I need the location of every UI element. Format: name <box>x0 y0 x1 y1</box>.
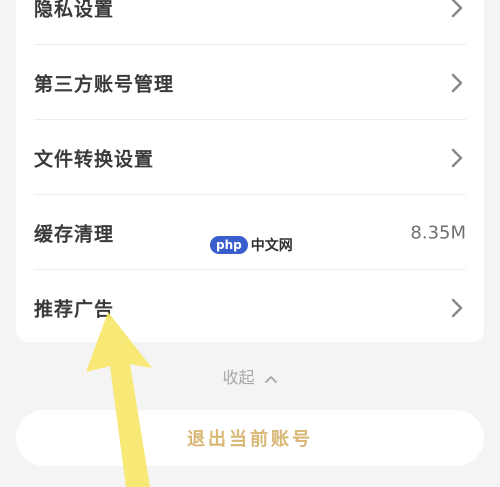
watermark-pill: php <box>210 236 248 254</box>
settings-row-label: 缓存清理 <box>34 223 115 245</box>
watermark-logo: php 中文网 <box>210 234 293 256</box>
logout-button[interactable]: 退出当前账号 <box>16 410 484 466</box>
settings-row-third-party-accounts[interactable]: 第三方账号管理 <box>16 45 484 120</box>
chevron-right-icon <box>451 0 463 17</box>
settings-row-recommended-ads[interactable]: 推荐广告 <box>16 270 484 345</box>
chevron-right-icon <box>451 148 463 167</box>
settings-row-clear-cache[interactable]: 缓存清理 8.35M <box>16 195 484 270</box>
chevron-up-icon <box>264 375 277 383</box>
settings-row-label: 推荐广告 <box>34 298 115 320</box>
watermark-text: 中文网 <box>250 238 293 254</box>
chevron-right-icon <box>451 298 463 317</box>
settings-row-privacy[interactable]: 隐私设置 <box>16 0 484 45</box>
cache-size-value: 8.35M <box>410 222 466 243</box>
chevron-right-icon <box>451 73 463 92</box>
collapse-button[interactable]: 收起 <box>0 364 500 388</box>
collapse-label: 收起 <box>222 368 255 387</box>
settings-row-label: 第三方账号管理 <box>34 73 175 95</box>
settings-card: 隐私设置 第三方账号管理 文件转换设置 缓存清理 8.35M 推荐广告 <box>16 0 484 342</box>
settings-row-label: 文件转换设置 <box>34 148 155 170</box>
logout-label: 退出当前账号 <box>187 429 313 450</box>
settings-row-label: 隐私设置 <box>34 0 115 20</box>
settings-row-file-conversion[interactable]: 文件转换设置 <box>16 120 484 195</box>
